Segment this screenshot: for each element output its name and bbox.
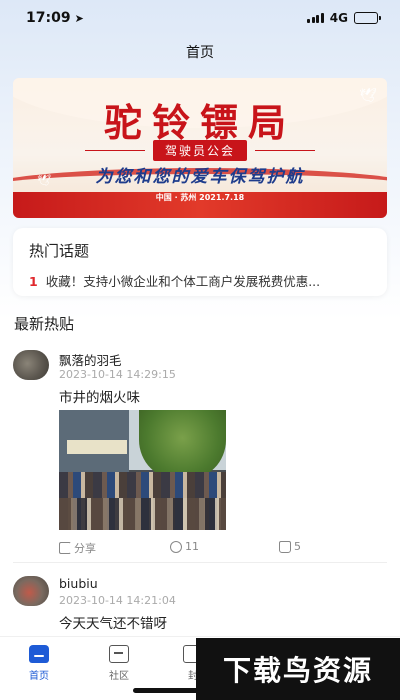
banner-subtitle: 驾驶员公会 <box>152 140 247 161</box>
page-title: 首页 <box>186 45 214 61</box>
share-button[interactable]: 分享 <box>59 540 96 556</box>
battery-icon <box>354 12 381 24</box>
hot-topic-rank: 1 <box>29 274 38 289</box>
hot-topic-item[interactable]: 1 收藏！支持小微企业和个体工商户发展税费优惠... <box>29 271 371 290</box>
avatar[interactable] <box>13 576 49 606</box>
community-icon <box>109 645 129 663</box>
network-label: 4G <box>329 11 348 25</box>
comment-count: 11 <box>185 540 199 553</box>
share-icon <box>59 542 71 554</box>
avatar[interactable] <box>13 350 49 380</box>
post-username[interactable]: biubiu <box>59 576 98 591</box>
post-image[interactable] <box>59 410 226 530</box>
banner[interactable]: 🕊 🕊 驼铃镖局 驾驶员公会 为您和您的爱车保驾护航 中国 · 苏州 2021.… <box>13 78 387 218</box>
comment-button[interactable]: 11 <box>170 540 199 553</box>
like-count: 5 <box>294 540 301 553</box>
post-text: 今天天气还不错呀 <box>59 616 167 632</box>
hot-topics-card: 热门话题 1 收藏！支持小微企业和个体工商户发展税费优惠... <box>13 228 387 296</box>
banner-title: 驼铃镖局 <box>103 100 296 145</box>
status-time: 17:09 <box>26 10 71 26</box>
tab-label: 社区 <box>109 671 129 682</box>
post-username[interactable]: 飘落的羽毛 <box>59 350 122 369</box>
share-label: 分享 <box>74 542 96 555</box>
tab-home[interactable]: 首页 <box>14 645 64 682</box>
latest-posts-title: 最新热贴 <box>14 315 75 333</box>
location-arrow-icon: ➤ <box>74 11 84 25</box>
hot-topics-title: 热门话题 <box>29 242 90 260</box>
watermark: 下载鸟资源 <box>196 638 400 700</box>
comment-icon <box>170 540 182 553</box>
banner-slogan: 为您和您的爱车保驾护航 <box>95 167 305 187</box>
post-text: 市井的烟火味 <box>59 390 140 406</box>
tab-community[interactable]: 社区 <box>94 645 144 682</box>
hot-topic-text: 收藏！支持小微企业和个体工商户发展税费优惠... <box>45 274 321 289</box>
signal-icon <box>307 13 324 23</box>
divider <box>13 562 387 563</box>
post-timestamp: 2023-10-14 14:29:15 <box>59 368 176 381</box>
banner-date: 中国 · 苏州 2021.7.18 <box>155 193 245 202</box>
status-bar: 17:09 ➤ 4G <box>0 0 400 36</box>
like-button[interactable]: 5 <box>279 540 301 553</box>
thumbs-up-icon <box>279 540 291 553</box>
post-timestamp: 2023-10-14 14:21:04 <box>59 594 176 607</box>
tab-label: 首页 <box>29 671 49 682</box>
home-icon <box>29 645 49 663</box>
